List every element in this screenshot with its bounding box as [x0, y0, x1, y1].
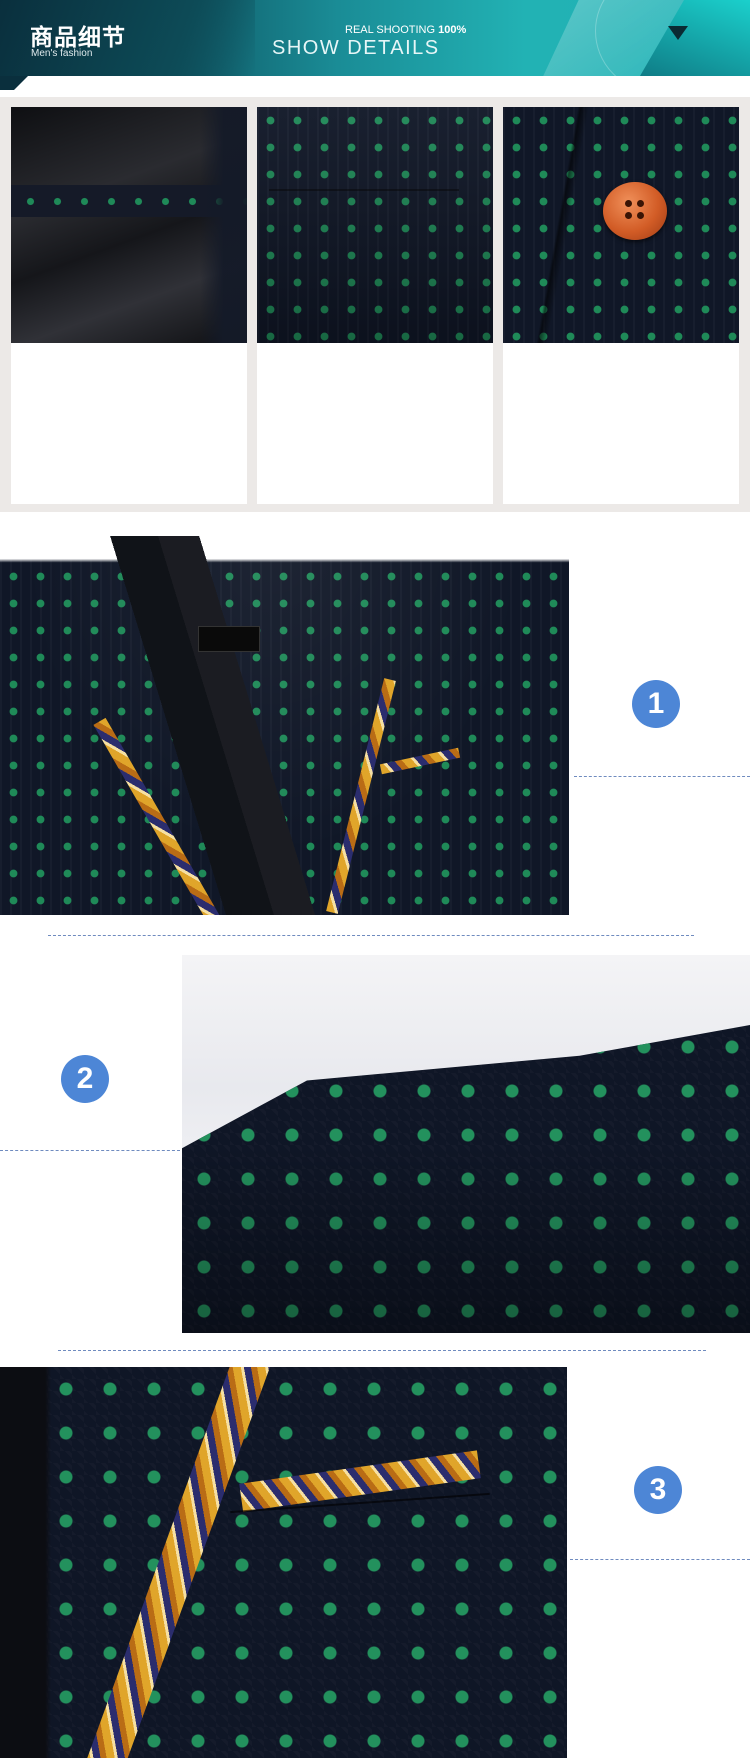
thumbnail-card-lining	[11, 107, 247, 504]
section-subtitle: Men's fashion	[31, 48, 93, 59]
dashed-divider	[58, 1350, 706, 1351]
shoulder-detail-photo	[182, 955, 750, 1333]
brand-label-tag	[198, 626, 260, 652]
real-shooting-label: REAL SHOOTING 100%	[345, 24, 467, 36]
lining-pocket-photo	[11, 107, 247, 343]
thumbnail-card-chest-pocket	[257, 107, 493, 504]
wooden-button-icon	[603, 182, 667, 240]
wooden-button-photo	[503, 107, 739, 343]
thumbnail-grid	[0, 97, 750, 512]
dashed-divider	[0, 1150, 180, 1151]
show-details-heading: SHOW DETAILS	[272, 37, 440, 59]
collar-detail-photo	[0, 536, 569, 915]
detail-number-badge-3: 3	[634, 1466, 682, 1514]
thumbnail-card-button	[503, 107, 739, 504]
dashed-divider	[570, 1559, 750, 1560]
dashed-divider	[48, 935, 694, 936]
banner-notch	[0, 76, 28, 90]
chest-pocket-photo	[257, 107, 493, 343]
detail-number-badge-2: 2	[61, 1055, 109, 1103]
dashed-divider	[574, 776, 750, 777]
pocket-detail-photo	[0, 1367, 567, 1758]
header-banner: 商品细节 Men's fashion REAL SHOOTING 100% SH…	[0, 0, 750, 76]
section-title: 商品细节	[30, 24, 126, 50]
detail-number-badge-1: 1	[632, 680, 680, 728]
triangle-icon	[668, 26, 688, 40]
